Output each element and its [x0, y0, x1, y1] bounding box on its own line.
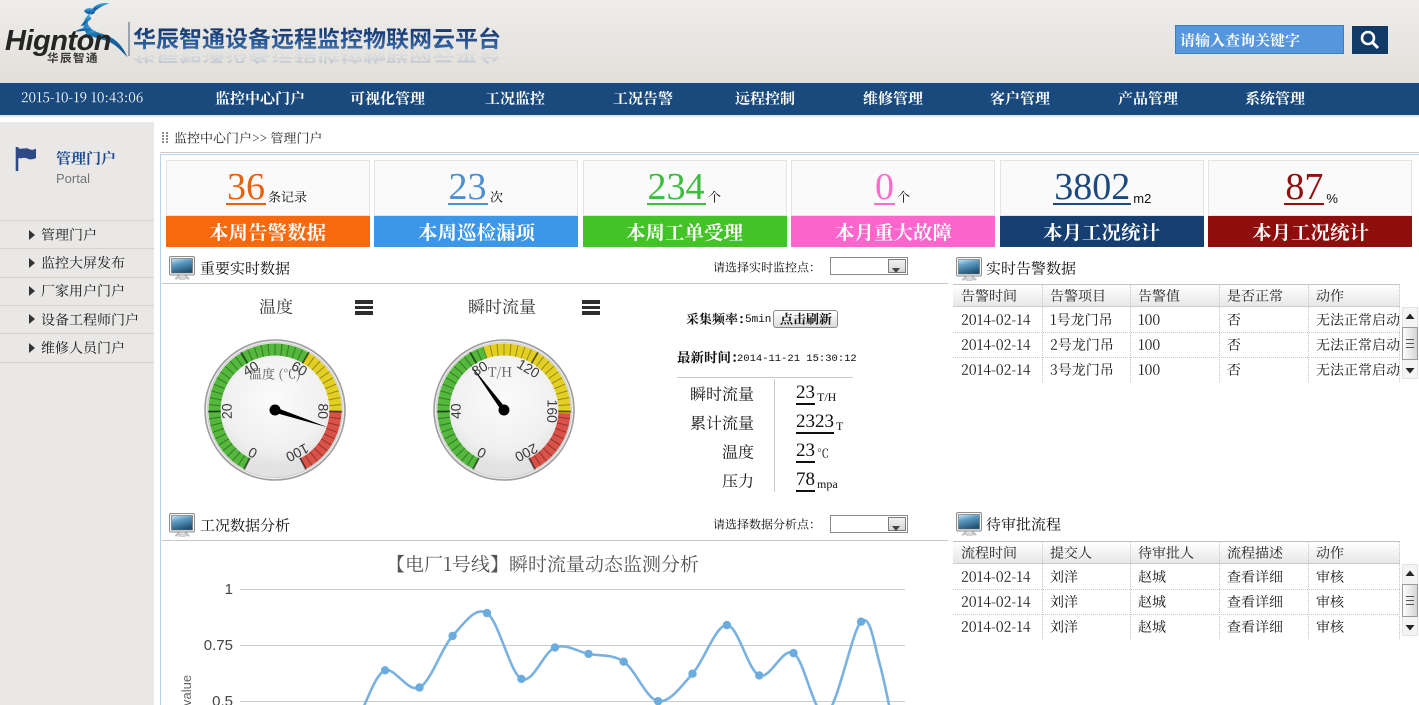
svg-text:160: 160 [544, 399, 561, 423]
svg-text:80: 80 [315, 403, 331, 419]
svg-text:40: 40 [447, 403, 463, 419]
svg-text:20: 20 [218, 403, 234, 419]
